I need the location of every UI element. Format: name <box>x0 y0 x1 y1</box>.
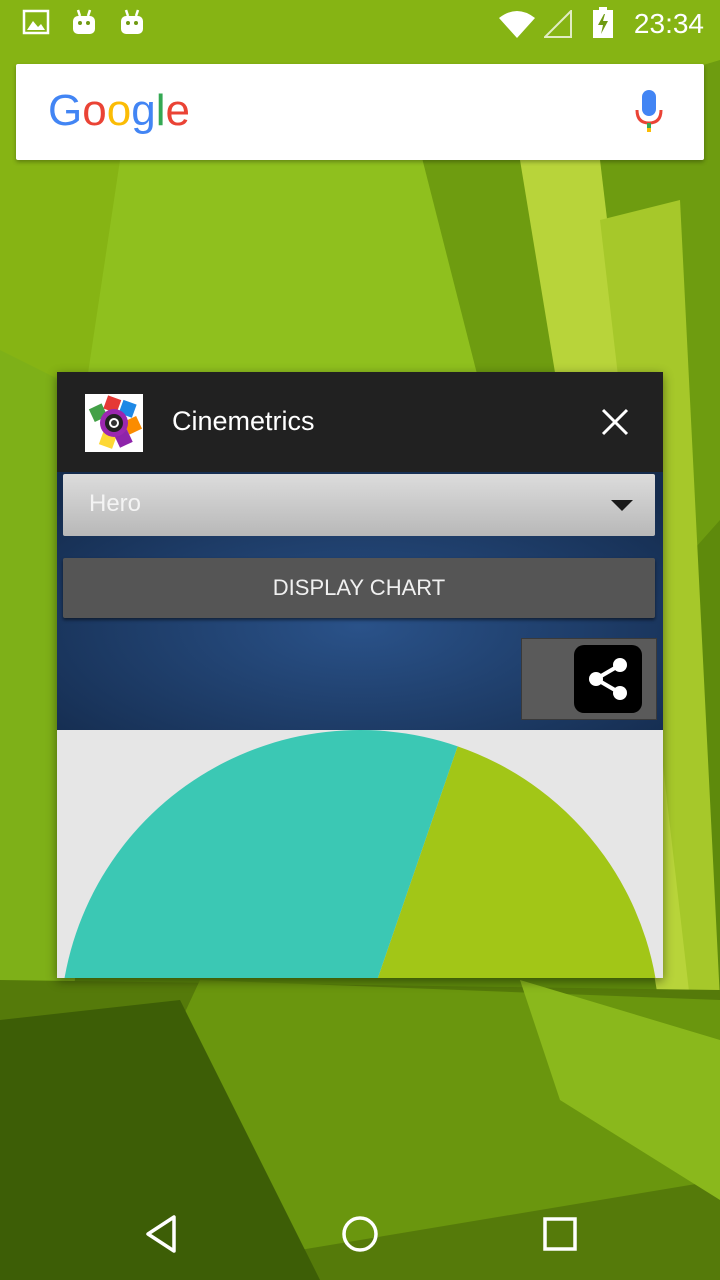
close-icon[interactable] <box>597 404 633 440</box>
cinemetrics-app-icon <box>85 394 143 452</box>
android-notification-icon <box>73 9 95 34</box>
mic-icon[interactable] <box>634 90 664 134</box>
google-logo-letter: e <box>165 86 190 135</box>
android-notification-icon <box>121 9 143 34</box>
battery-charging-icon <box>593 7 613 38</box>
google-search-bar[interactable]: Google <box>16 64 704 160</box>
hero-spinner[interactable]: Hero <box>63 474 655 536</box>
status-bar: 23:34 <box>0 0 720 48</box>
share-container <box>521 638 657 720</box>
signal-icon <box>544 10 572 38</box>
spinner-value: Hero <box>89 490 142 517</box>
share-icon <box>589 658 627 700</box>
app-screenshot: Hero DISPLAY CHART <box>57 472 663 730</box>
recent-app-card[interactable]: Cinemetrics Hero DISPLAY CHART <box>57 372 663 978</box>
google-logo-letter: G <box>48 86 83 135</box>
google-logo-letter: l <box>155 86 166 135</box>
google-logo-letter: g <box>131 86 156 135</box>
back-icon[interactable] <box>140 1212 184 1256</box>
home-icon[interactable] <box>338 1212 382 1256</box>
share-button[interactable] <box>574 645 642 713</box>
wifi-icon <box>499 11 535 38</box>
recents-icon[interactable] <box>538 1212 582 1256</box>
google-logo-letter: o <box>82 86 107 135</box>
navigation-bar <box>0 1184 720 1280</box>
status-clock: 23:34 <box>633 8 704 39</box>
card-header: Cinemetrics <box>57 372 663 472</box>
google-logo: Google <box>48 86 190 136</box>
dropdown-arrow-icon <box>611 500 633 511</box>
display-chart-button[interactable]: DISPLAY CHART <box>63 558 655 618</box>
card-title: Cinemetrics <box>172 406 315 436</box>
pie-chart <box>57 730 663 978</box>
google-logo-letter: o <box>106 86 132 135</box>
pie-chart-svg <box>64 730 656 978</box>
image-notification-icon <box>22 9 50 35</box>
